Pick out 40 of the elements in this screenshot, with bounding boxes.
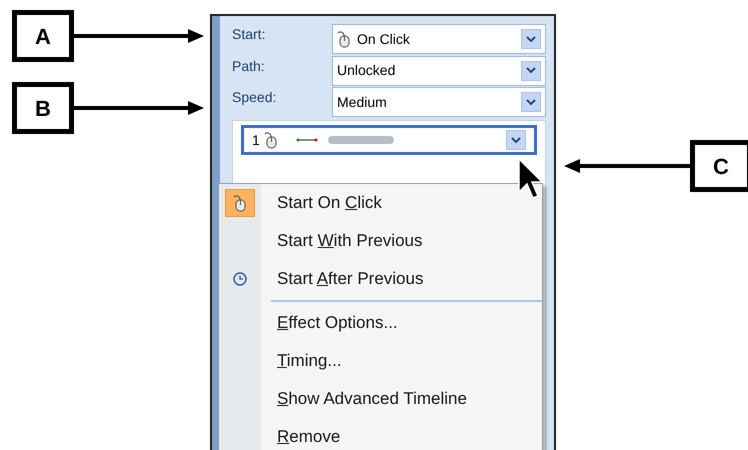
effect-list-item[interactable]: 1	[241, 125, 537, 156]
callout-label: C	[690, 140, 748, 192]
menu-item[interactable]: Effect Options...	[219, 304, 542, 342]
menu-item-label: Timing...	[277, 350, 342, 372]
field-label: Start:	[231, 25, 266, 44]
dropdown-value: Unlocked	[337, 61, 396, 80]
chevron-down-icon	[526, 67, 536, 74]
field-label: Path:	[231, 56, 266, 76]
menu-item-label: Start With Previous	[277, 230, 422, 252]
dropdown-value: Medium	[337, 92, 388, 112]
mouse-icon	[233, 194, 247, 212]
menu-item[interactable]: Timing...	[219, 342, 542, 380]
chevron-down-icon	[526, 98, 536, 106]
dropdown-arrow-button[interactable]	[521, 60, 541, 81]
dropdown[interactable]: Unlocked	[332, 56, 546, 86]
clock-icon	[233, 272, 247, 286]
field-label: Speed:	[231, 88, 278, 108]
menu-item[interactable]: Show Advanced Timeline	[219, 380, 542, 418]
dropdown-arrow-button[interactable]	[521, 92, 541, 112]
menu-item-label: Effect Options...	[277, 312, 398, 334]
mouse-icon	[264, 131, 278, 150]
menu-item-label: Show Advanced Timeline	[277, 388, 467, 410]
menu-item[interactable]: Start With Previous	[219, 222, 542, 260]
chevron-down-icon	[511, 136, 521, 144]
callout-label: B	[12, 82, 74, 134]
item-number: 1	[252, 130, 260, 150]
dropdown[interactable]: On Click	[332, 24, 546, 54]
chevron-down-icon	[526, 36, 536, 42]
menu-item-label: Start After Previous	[277, 268, 424, 290]
line-path-icon	[296, 137, 318, 144]
mouse-icon	[337, 30, 351, 48]
menu-item-label: Remove	[277, 426, 340, 448]
menu-item-label: Start On Click	[277, 192, 382, 214]
callout-label: A	[12, 10, 74, 62]
dropdown[interactable]: Medium	[332, 87, 546, 118]
dropdown-value: On Click	[357, 30, 411, 48]
menu-item[interactable]: Start After Previous	[219, 260, 542, 298]
dropdown-arrow-button[interactable]	[521, 29, 541, 49]
menu-item[interactable]: Remove	[219, 418, 542, 450]
dropdown-arrow-button[interactable]	[506, 130, 526, 150]
